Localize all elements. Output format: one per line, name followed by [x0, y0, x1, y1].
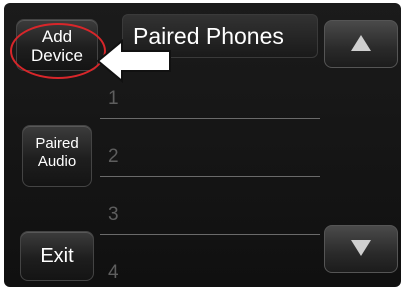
list-item[interactable]: 1 [100, 61, 320, 119]
list-item[interactable]: 2 [100, 119, 320, 177]
list-item[interactable]: 3 [100, 177, 320, 235]
list-item-number: 1 [108, 88, 119, 109]
add-device-label-line2: Device [31, 46, 83, 65]
exit-button[interactable]: Exit [20, 231, 94, 281]
exit-label: Exit [40, 245, 74, 267]
paired-audio-label-line1: Paired [35, 135, 79, 152]
triangle-up-icon [351, 35, 371, 51]
paired-audio-label-line2: Audio [37, 153, 77, 170]
scroll-down-button[interactable] [324, 225, 398, 273]
add-device-label-line1: Add [41, 27, 73, 46]
scroll-up-button[interactable] [324, 20, 398, 68]
paired-phones-list: 1 2 3 4 [100, 61, 320, 287]
list-item-number: 4 [108, 262, 119, 283]
paired-audio-button[interactable]: Paired Audio [22, 125, 92, 187]
triangle-down-icon [351, 240, 371, 256]
add-device-button[interactable]: Add Device [16, 19, 98, 71]
list-item-number: 2 [108, 146, 119, 167]
list-item[interactable]: 4 [100, 235, 320, 287]
phone-screen: Add Device Paired Phones Paired Audio Ex… [4, 3, 401, 287]
list-item-number: 3 [108, 204, 119, 225]
